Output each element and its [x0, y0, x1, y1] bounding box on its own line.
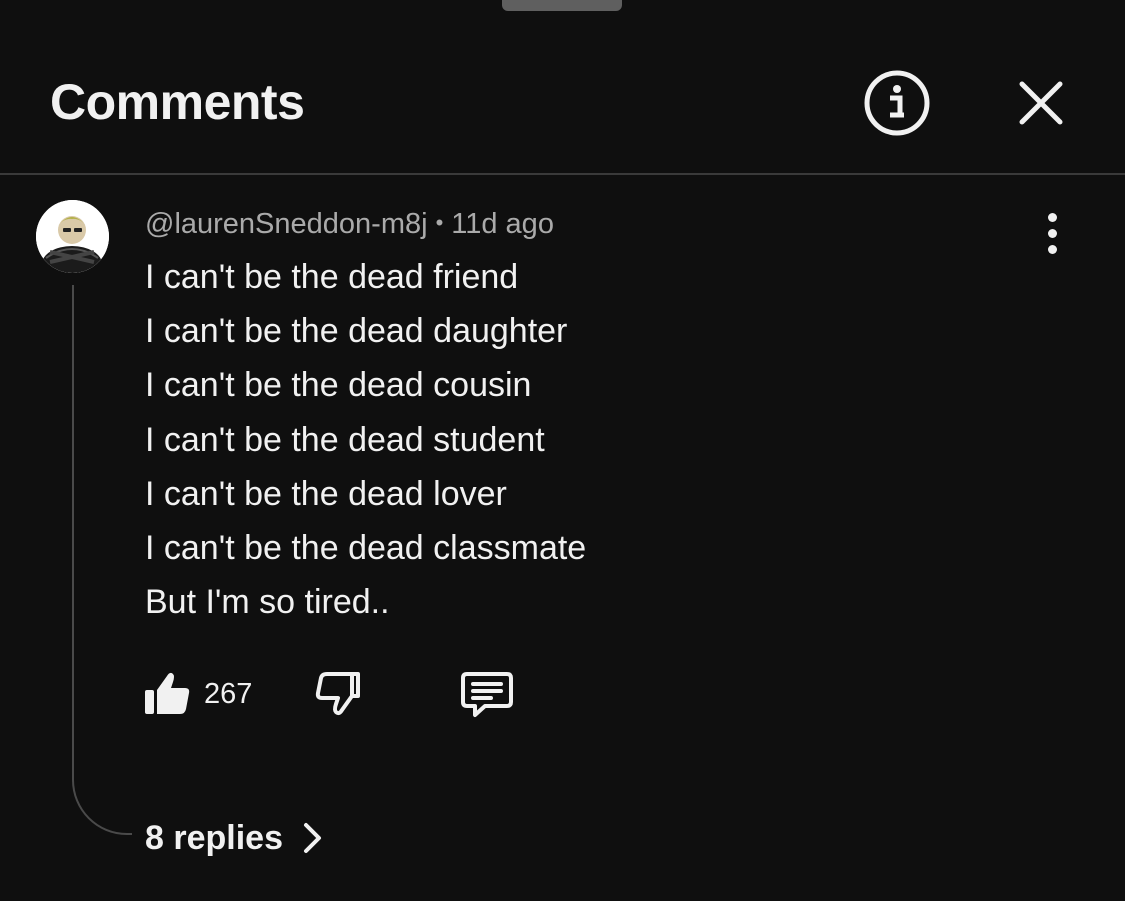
reply-button[interactable] [459, 668, 515, 720]
comment-line: I can't be the dead student [145, 420, 545, 459]
comment-timestamp: 11d ago [451, 208, 554, 240]
info-icon [864, 70, 930, 136]
info-button[interactable] [862, 68, 932, 138]
comment-meta: @laurenSneddon-m8j • 11d ago [145, 206, 554, 244]
comment-line: I can't be the dead classmate [145, 528, 587, 567]
comment-line: I can't be the dead daughter [145, 312, 568, 351]
comment-line: I can't be the dead friend [145, 258, 519, 296]
close-button[interactable] [1010, 72, 1072, 134]
comment-line: But I'm so tired.. [145, 583, 390, 622]
like-button[interactable] [143, 668, 193, 718]
like-count: 267 [204, 678, 253, 710]
more-vert-icon [1034, 213, 1070, 254]
chevron-right-icon [303, 823, 321, 853]
dislike-button[interactable] [312, 668, 362, 718]
comment-author[interactable]: @laurenSneddon-m8j [145, 208, 428, 240]
reply-icon [461, 672, 513, 717]
comment-body: I can't be the dead friend I can't be th… [145, 250, 586, 629]
comment-line: I can't be the dead lover [145, 474, 507, 513]
replies-label: 8 replies [145, 819, 283, 857]
drag-handle[interactable] [502, 0, 622, 11]
thumbs-down-icon [315, 672, 360, 716]
panel-title: Comments [50, 74, 305, 130]
header-divider [0, 173, 1125, 175]
close-icon [1019, 81, 1063, 125]
thread-line [72, 285, 132, 835]
comment-line: I can't be the dead cousin [145, 366, 532, 405]
thumbs-up-icon [145, 672, 190, 714]
avatar[interactable] [36, 200, 109, 273]
avatar-image [36, 200, 109, 273]
view-replies-button[interactable]: 8 replies [145, 816, 325, 860]
meta-separator: • [435, 210, 444, 235]
more-options-button[interactable] [1034, 213, 1070, 261]
